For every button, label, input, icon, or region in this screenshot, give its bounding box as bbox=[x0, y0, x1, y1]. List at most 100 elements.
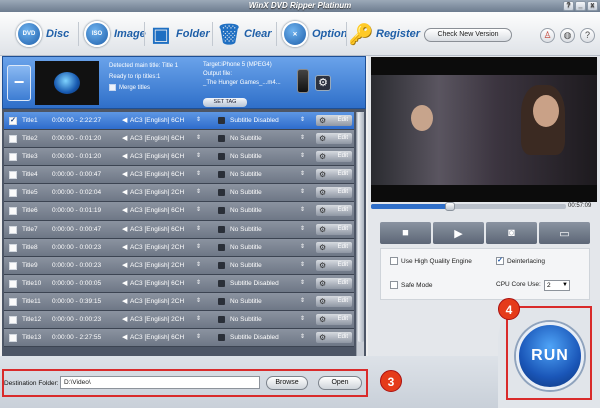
edit-button[interactable]: ⚙ Edit bbox=[316, 169, 352, 181]
subtitle-select[interactable]: No Subtitle bbox=[230, 257, 262, 274]
safe-mode-checkbox[interactable] bbox=[390, 281, 398, 289]
title-checkbox[interactable] bbox=[9, 189, 17, 198]
updown-arrow-icon[interactable]: ⇕ bbox=[196, 257, 201, 274]
subtitle-select[interactable]: No Subtitle bbox=[230, 221, 262, 238]
edit-button[interactable]: ⚙ Edit bbox=[316, 223, 352, 235]
updown-arrow-icon[interactable]: ⇕ bbox=[300, 329, 305, 346]
updown-arrow-icon[interactable]: ⇕ bbox=[196, 221, 201, 238]
title-checkbox[interactable] bbox=[9, 135, 17, 144]
title-row[interactable]: Title11 0:00:00 - 0:39:15 ◀ AC3 [English] 2… bbox=[4, 292, 354, 312]
updown-arrow-icon[interactable]: ⇕ bbox=[196, 148, 201, 165]
subtitle-select[interactable]: Subtitle Disabled bbox=[230, 112, 279, 129]
clear-button[interactable]: 🗑 Clear bbox=[216, 20, 271, 48]
title-row[interactable]: Title12 0:00:00 - 0:00:23 ◀ AC3 [English] 2… bbox=[4, 311, 354, 330]
title-checkbox[interactable] bbox=[9, 171, 17, 180]
audio-track-select[interactable]: AC3 [English] 2CH bbox=[130, 293, 184, 310]
updown-arrow-icon[interactable]: ⇕ bbox=[300, 166, 305, 183]
updown-arrow-icon[interactable]: ⇕ bbox=[196, 293, 201, 310]
updown-arrow-icon[interactable]: ⇕ bbox=[300, 202, 305, 219]
subtitle-select[interactable]: No Subtitle bbox=[230, 166, 262, 183]
audio-track-select[interactable]: AC3 [English] 2CH bbox=[130, 239, 184, 256]
title-row[interactable]: Title10 0:00:00 - 0:00:05 ◀ AC3 [English] 6… bbox=[4, 274, 354, 293]
updown-arrow-icon[interactable]: ⇕ bbox=[300, 275, 305, 292]
edit-button[interactable]: ⚙ Edit bbox=[316, 133, 352, 145]
title-row[interactable]: ✓ Title1 0:00:00 - 2:22:27 ◀ AC3 [English] 6… bbox=[4, 112, 354, 131]
updown-arrow-icon[interactable]: ⇕ bbox=[300, 311, 305, 328]
title-checkbox[interactable] bbox=[9, 316, 17, 325]
title-checkbox[interactable] bbox=[9, 153, 17, 162]
audio-track-select[interactable]: AC3 [English] 6CH bbox=[130, 202, 184, 219]
updown-arrow-icon[interactable]: ⇕ bbox=[196, 184, 201, 201]
title-checkbox[interactable] bbox=[9, 225, 17, 234]
updown-arrow-icon[interactable]: ⇕ bbox=[300, 221, 305, 238]
title-checkbox[interactable] bbox=[9, 207, 17, 216]
updown-arrow-icon[interactable]: ⇕ bbox=[300, 112, 305, 129]
title-checkbox[interactable] bbox=[9, 297, 17, 306]
title-checkbox[interactable] bbox=[9, 334, 17, 343]
title-row[interactable]: Title7 0:00:00 - 0:00:47 ◀ AC3 [English] 6C… bbox=[4, 220, 354, 239]
safe-mode-option[interactable]: Safe Mode bbox=[390, 281, 432, 289]
open-folder-icon[interactable]: ▭ bbox=[539, 222, 590, 244]
edit-button[interactable]: ⚙ Edit bbox=[316, 314, 352, 326]
audio-track-select[interactable]: AC3 [English] 2CH bbox=[130, 311, 184, 328]
audio-track-select[interactable]: AC3 [English] 6CH bbox=[130, 329, 184, 346]
subtitle-select[interactable]: No Subtitle bbox=[230, 239, 262, 256]
edit-button[interactable]: ⚙ Edit bbox=[316, 151, 352, 163]
disc-button[interactable]: DVD Disc bbox=[16, 20, 69, 48]
minimize-button[interactable]: _ bbox=[575, 1, 586, 11]
audio-track-select[interactable]: AC3 [English] 6CH bbox=[130, 112, 184, 129]
subtitle-select[interactable]: No Subtitle bbox=[230, 311, 262, 328]
updown-arrow-icon[interactable]: ⇕ bbox=[300, 257, 305, 274]
play-icon[interactable]: ▶ bbox=[433, 222, 484, 244]
title-checkbox[interactable] bbox=[9, 279, 17, 288]
subtitle-select[interactable]: No Subtitle bbox=[230, 148, 262, 165]
title-row[interactable]: Title3 0:00:00 - 0:01:20 ◀ AC3 [English] 6C… bbox=[4, 148, 354, 167]
snapshot-camera-icon[interactable]: ◙ bbox=[486, 222, 537, 244]
title-list-scrollbar[interactable] bbox=[356, 112, 364, 356]
edit-button[interactable]: ⚙ Edit bbox=[316, 187, 352, 199]
title-checkbox[interactable] bbox=[9, 261, 17, 270]
help-question-icon[interactable]: ? bbox=[580, 28, 595, 43]
subtitle-select[interactable]: No Subtitle bbox=[230, 293, 262, 310]
edit-button[interactable]: ⚙ Edit bbox=[316, 277, 352, 289]
title-row[interactable]: Title5 0:00:00 - 0:02:04 ◀ AC3 [English] 2C… bbox=[4, 184, 354, 203]
updown-arrow-icon[interactable]: ⇕ bbox=[300, 239, 305, 256]
updown-arrow-icon[interactable]: ⇕ bbox=[196, 329, 201, 346]
updown-arrow-icon[interactable]: ⇕ bbox=[300, 148, 305, 165]
updown-arrow-icon[interactable]: ⇕ bbox=[196, 130, 201, 147]
register-button[interactable]: 🔑 Register bbox=[349, 20, 420, 48]
updown-arrow-icon[interactable]: ⇕ bbox=[196, 239, 201, 256]
check-new-version-button[interactable]: Check New Version bbox=[424, 28, 512, 42]
set-tag-button[interactable]: SET TAG bbox=[203, 98, 247, 107]
title-row[interactable]: Title6 0:00:00 - 0:01:19 ◀ AC3 [English] 6C… bbox=[4, 202, 354, 221]
language-globe-icon[interactable]: ◍ bbox=[560, 28, 575, 43]
audio-track-select[interactable]: AC3 [English] 6CH bbox=[130, 130, 184, 147]
subtitle-select[interactable]: Subtitle Disabled bbox=[230, 329, 279, 346]
updown-arrow-icon[interactable]: ⇕ bbox=[196, 311, 201, 328]
option-button[interactable]: ✕ Option bbox=[282, 20, 347, 48]
folder-button[interactable]: ▣ Folder bbox=[150, 20, 210, 48]
title-row[interactable]: Title13 0:00:00 - 2:27:55 ◀ AC3 [English] 6… bbox=[4, 329, 354, 348]
audio-track-select[interactable]: AC3 [English] 2CH bbox=[130, 184, 184, 201]
subtitle-select[interactable]: No Subtitle bbox=[230, 202, 262, 219]
updown-arrow-icon[interactable]: ⇕ bbox=[196, 112, 201, 129]
subtitle-select[interactable]: Subtitle Disabled bbox=[230, 275, 279, 292]
merge-titles-option[interactable]: Merge titles bbox=[109, 83, 178, 94]
audio-track-select[interactable]: AC3 [English] 6CH bbox=[130, 221, 184, 238]
updown-arrow-icon[interactable]: ⇕ bbox=[300, 293, 305, 310]
subtitle-select[interactable]: No Subtitle bbox=[230, 184, 262, 201]
title-row[interactable]: Title8 0:00:00 - 0:00:23 ◀ AC3 [English] 2C… bbox=[4, 238, 354, 257]
scrollbar-thumb[interactable] bbox=[358, 112, 364, 342]
title-checkbox[interactable] bbox=[9, 243, 17, 252]
audio-track-select[interactable]: AC3 [English] 6CH bbox=[130, 166, 184, 183]
updown-arrow-icon[interactable]: ⇕ bbox=[196, 166, 201, 183]
updown-arrow-icon[interactable]: ⇕ bbox=[196, 202, 201, 219]
gear-icon[interactable]: ⚙ bbox=[315, 75, 331, 91]
deinterlacing-option[interactable]: ✓ Deinterlacing bbox=[496, 257, 545, 265]
audio-track-select[interactable]: AC3 [English] 2CH bbox=[130, 257, 184, 274]
title-checkbox[interactable]: ✓ bbox=[9, 117, 17, 125]
collapse-button[interactable]: − bbox=[7, 65, 31, 101]
merge-titles-checkbox[interactable] bbox=[109, 83, 116, 91]
edit-button[interactable]: ⚙ Edit bbox=[316, 332, 352, 344]
title-row[interactable]: Title4 0:00:00 - 0:00:47 ◀ AC3 [English] 6C… bbox=[4, 166, 354, 185]
